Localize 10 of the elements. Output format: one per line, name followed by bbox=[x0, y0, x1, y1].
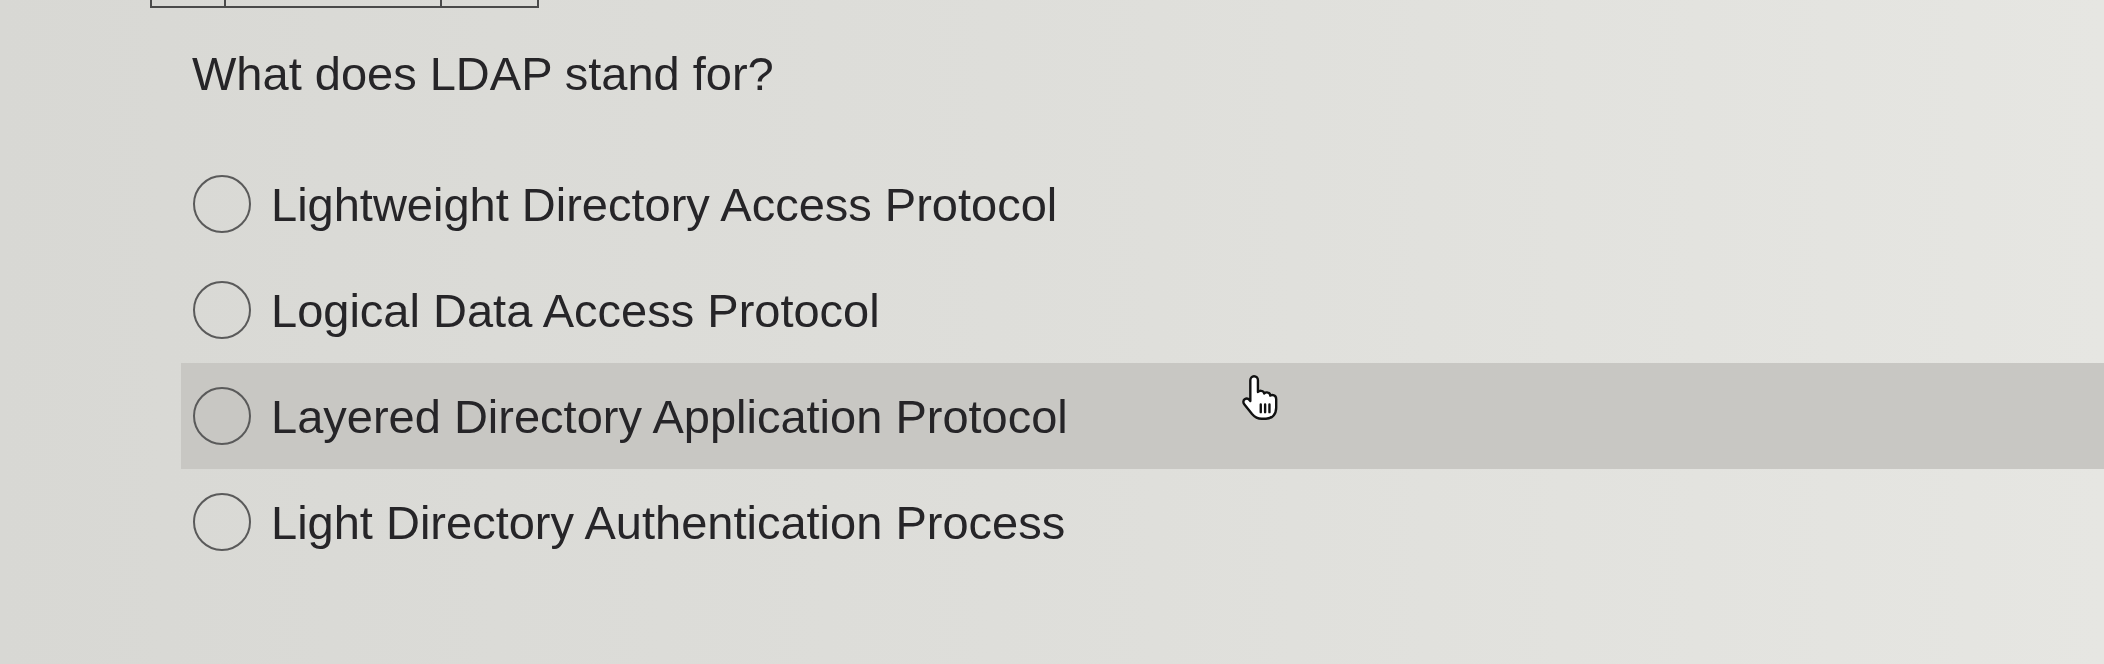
radio-button[interactable] bbox=[193, 387, 251, 445]
answer-option[interactable]: Light Directory Authentication Process bbox=[181, 469, 1074, 575]
radio-button[interactable] bbox=[193, 281, 251, 339]
radio-button[interactable] bbox=[193, 175, 251, 233]
answer-option[interactable]: Layered Directory Application Protocol bbox=[181, 363, 2104, 469]
answer-option[interactable]: Lightweight Directory Access Protocol bbox=[181, 151, 1066, 257]
question-text: What does LDAP stand for? bbox=[192, 46, 774, 102]
hand-cursor-icon bbox=[1241, 375, 1279, 420]
radio-button[interactable] bbox=[193, 493, 251, 551]
answer-option[interactable]: Logical Data Access Protocol bbox=[181, 257, 888, 363]
